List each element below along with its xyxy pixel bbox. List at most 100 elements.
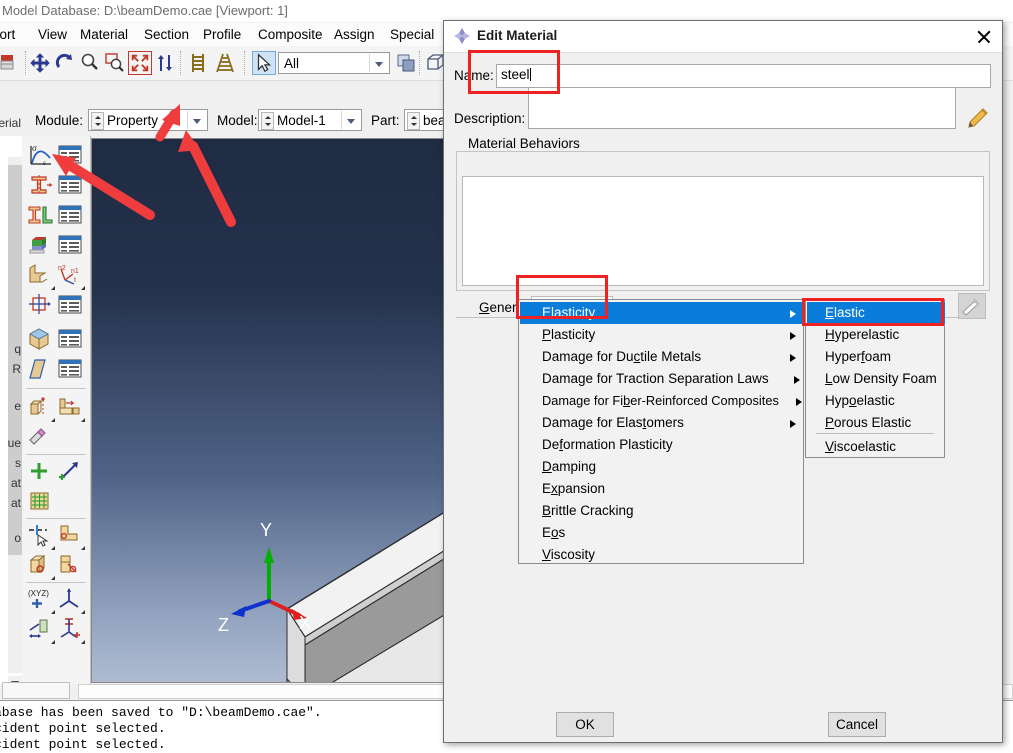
chevron-down-icon[interactable]: [187, 111, 206, 129]
name-input[interactable]: steel: [496, 64, 991, 88]
menu-item-special[interactable]: Special: [390, 25, 434, 44]
part-label: Part:: [371, 113, 400, 128]
suboptions-wand-button[interactable]: [958, 293, 986, 319]
cut-partition-icon[interactable]: [56, 552, 86, 580]
create-datum-point-icon[interactable]: [26, 458, 56, 486]
module-toolbox: σ ε n2 n1 t (XYZ): [22, 136, 91, 696]
composite-layup-manager-icon[interactable]: [56, 232, 86, 260]
wand-icon: [962, 298, 979, 316]
partition-face-icon[interactable]: [56, 522, 86, 550]
create-profile-icon[interactable]: [26, 172, 56, 200]
model-label: Model:: [217, 113, 258, 128]
elasticity-submenu[interactable]: Elastic Hyperelastic Hyperfoam Low Densi…: [805, 299, 945, 458]
menu-item-deformation-plasticity[interactable]: Deformation Plasticity: [520, 434, 804, 456]
submenu-item-low-density-foam[interactable]: Low Density Foam: [807, 368, 945, 390]
close-icon[interactable]: [974, 27, 994, 47]
perspective-ladder-icon[interactable]: [213, 51, 237, 75]
chevron-down-icon[interactable]: [369, 54, 388, 72]
submenu-item-hypoelastic[interactable]: Hypoelastic: [807, 390, 945, 412]
menu-item-elasticity[interactable]: Elasticity: [520, 302, 804, 324]
menu-item-assign[interactable]: Assign: [334, 25, 375, 44]
fit-view-icon[interactable]: [128, 51, 152, 75]
zoom-icon[interactable]: [78, 51, 102, 75]
create-material-icon[interactable]: σ ε: [26, 142, 56, 170]
module-spinner[interactable]: [91, 112, 104, 130]
create-solid-section-icon[interactable]: [26, 326, 56, 354]
assign-beam-orientation-icon[interactable]: n2 n1 t: [56, 262, 86, 290]
shell-section-manager-icon[interactable]: [56, 356, 86, 384]
model-spinner[interactable]: [261, 112, 274, 130]
skin-manager-icon[interactable]: [56, 292, 86, 320]
create-skin-icon[interactable]: [26, 292, 56, 320]
copy-icon[interactable]: [394, 51, 418, 75]
submenu-item-elastic[interactable]: Elastic: [807, 302, 945, 324]
description-input[interactable]: [528, 87, 956, 129]
menu-item-damage-elastomers[interactable]: Damage for Elastomers: [520, 412, 804, 434]
ok-button[interactable]: OK: [556, 712, 614, 737]
module-combo[interactable]: Property: [88, 109, 208, 131]
tree-fragment-ue: ue: [7, 436, 21, 450]
menu-item-section[interactable]: Section: [144, 25, 189, 44]
create-datum-grid-icon[interactable]: [26, 488, 56, 516]
mechanical-menu[interactable]: Elasticity Plasticity Damage for Ductile…: [518, 299, 804, 564]
material-manager-icon[interactable]: [56, 142, 86, 170]
menu-item-profile[interactable]: Profile: [203, 25, 241, 44]
submenu-separator: [816, 433, 934, 434]
message-line-2: cident point selected.: [0, 721, 166, 736]
svg-text:t: t: [74, 277, 76, 284]
submenu-item-hyperfoam[interactable]: Hyperfoam: [807, 346, 945, 368]
create-shell-section-icon[interactable]: [26, 356, 56, 384]
profile-manager-icon[interactable]: [56, 172, 86, 200]
select-arrow-icon[interactable]: [252, 51, 276, 75]
remove-assignment-icon[interactable]: [26, 424, 56, 452]
assign-beam-section-orientation-icon[interactable]: [56, 394, 86, 422]
assign-section-icon[interactable]: [26, 394, 56, 422]
partition-edge-icon[interactable]: [26, 522, 56, 550]
model-combo[interactable]: Model-1: [258, 109, 362, 131]
menu-item-view[interactable]: View: [38, 25, 67, 44]
print-icon[interactable]: [0, 51, 20, 75]
selection-filter-combo[interactable]: All: [278, 52, 390, 74]
partition-cell-icon[interactable]: [26, 552, 56, 580]
submenu-item-hyperelastic[interactable]: Hyperelastic: [807, 324, 945, 346]
menu-item-composite[interactable]: Composite: [258, 25, 323, 44]
description-label: Description:: [454, 111, 526, 126]
section-manager-icon[interactable]: [56, 202, 86, 230]
assign-material-orientation-icon[interactable]: [26, 262, 56, 290]
create-xyz-datum-icon[interactable]: (XYZ): [26, 586, 56, 614]
menu-item-damage-traction-separation[interactable]: Damage for Traction Separation Laws: [520, 368, 804, 390]
rotate-icon[interactable]: [53, 51, 77, 75]
menu-item-eos[interactable]: Eos: [520, 522, 804, 544]
menu-item-damage-ductile-metals[interactable]: Damage for Ductile Metals: [520, 346, 804, 368]
create-section-icon[interactable]: [26, 202, 56, 230]
menu-item-material[interactable]: Material: [80, 25, 128, 44]
model-value: Model-1: [277, 113, 326, 128]
message-tab[interactable]: [2, 682, 70, 699]
menu-item-expansion[interactable]: Expansion: [520, 478, 804, 500]
create-composite-layup-icon[interactable]: [26, 232, 56, 260]
ladder-icon[interactable]: [186, 51, 210, 75]
box-zoom-icon[interactable]: [103, 51, 127, 75]
solid-section-manager-icon[interactable]: [56, 326, 86, 354]
menu-item-brittle-cracking[interactable]: Brittle Cracking: [520, 500, 804, 522]
menu-item-plasticity[interactable]: Plasticity: [520, 324, 804, 346]
menu-item-damping[interactable]: Damping: [520, 456, 804, 478]
pencil-icon[interactable]: [963, 106, 989, 134]
flip-icon[interactable]: [153, 51, 177, 75]
chevron-down-icon[interactable]: [341, 111, 360, 129]
menu-item-damage-fiber-reinforced[interactable]: Damage for Fiber-Reinforced Composites: [520, 390, 804, 412]
create-datum-plane-icon[interactable]: [26, 616, 56, 644]
create-datum-axis-icon[interactable]: [56, 458, 86, 486]
submenu-item-viscoelastic[interactable]: Viscoelastic: [807, 436, 945, 458]
material-behaviors-label: Material Behaviors: [464, 136, 584, 151]
part-spinner[interactable]: [407, 112, 420, 130]
create-datum-csys-offset-icon[interactable]: [56, 616, 86, 644]
submenu-item-porous-elastic[interactable]: Porous Elastic: [807, 412, 945, 434]
menu-item-viscosity[interactable]: Viscosity: [520, 544, 804, 566]
pan-icon[interactable]: [28, 51, 52, 75]
create-datum-csys-3point-icon[interactable]: [56, 586, 86, 614]
model-tree-panel: erial q R e ue s at at o: [0, 116, 23, 696]
menu-item-import[interactable]: port: [0, 25, 15, 44]
cancel-button[interactable]: Cancel: [828, 712, 886, 737]
material-behaviors-list[interactable]: [462, 176, 984, 286]
